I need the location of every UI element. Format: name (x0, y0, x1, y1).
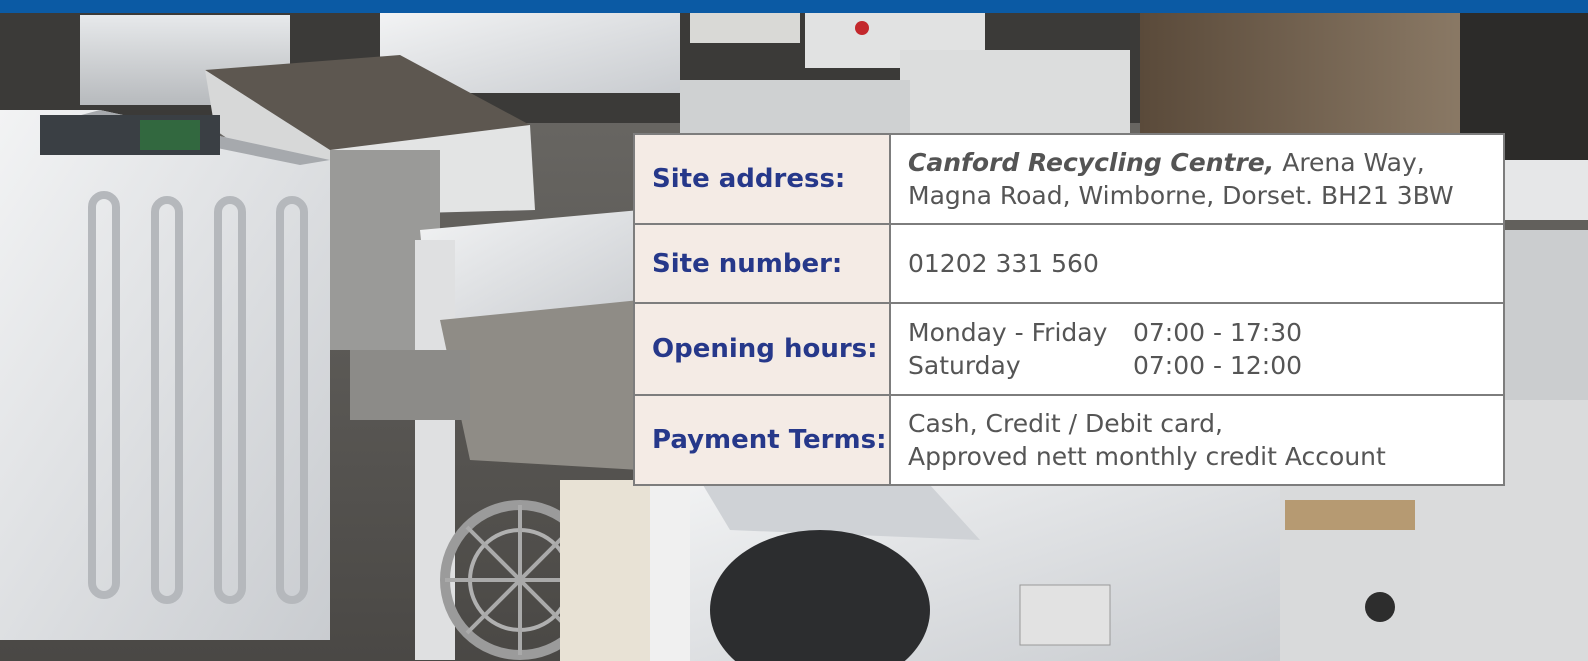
payment-terms-label: Payment Terms: (633, 394, 891, 486)
hours-row-weekday: Monday - Friday 07:00 - 17:30 (908, 316, 1503, 349)
hours-time: 07:00 - 17:30 (1133, 318, 1303, 347)
top-brand-bar (0, 0, 1588, 13)
site-address-line-2: Magna Road, Wimborne, Dorset. BH21 3BW (908, 181, 1454, 210)
hours-day: Saturday (908, 351, 1021, 380)
opening-hours-label: Opening hours: (633, 302, 891, 396)
site-address-label: Site address: (633, 133, 891, 225)
site-number-value: 01202 331 560 (889, 223, 1505, 304)
site-info-table: Site address: Canford Recycling Centre, … (633, 133, 1505, 486)
hours-row-saturday: Saturday 07:00 - 12:00 (908, 349, 1503, 382)
opening-hours-row: Opening hours: Monday - Friday 07:00 - 17… (633, 302, 1505, 396)
site-address-value: Canford Recycling Centre, Arena Way, Mag… (889, 133, 1505, 225)
hours-day: Monday - Friday (908, 318, 1108, 347)
site-number-label: Site number: (633, 223, 891, 304)
site-address-line-1: Canford Recycling Centre, Arena Way, (908, 146, 1503, 179)
hours-time: 07:00 - 12:00 (1133, 351, 1303, 380)
site-number-row: Site number: 01202 331 560 (633, 223, 1505, 304)
opening-hours-value: Monday - Friday 07:00 - 17:30 Saturday 07:… (889, 302, 1505, 396)
site-name: Canford Recycling Centre, (908, 148, 1275, 177)
payment-terms-row: Payment Terms: Cash, Credit / Debit card… (633, 394, 1505, 486)
payment-terms-line-1: Cash, Credit / Debit card, (908, 409, 1223, 438)
site-address-row: Site address: Canford Recycling Centre, … (633, 133, 1505, 225)
payment-terms-line-2: Approved nett monthly credit Account (908, 442, 1386, 471)
site-address-street: Arena Way, (1274, 148, 1425, 177)
payment-terms-value: Cash, Credit / Debit card, Approved nett… (889, 394, 1505, 486)
